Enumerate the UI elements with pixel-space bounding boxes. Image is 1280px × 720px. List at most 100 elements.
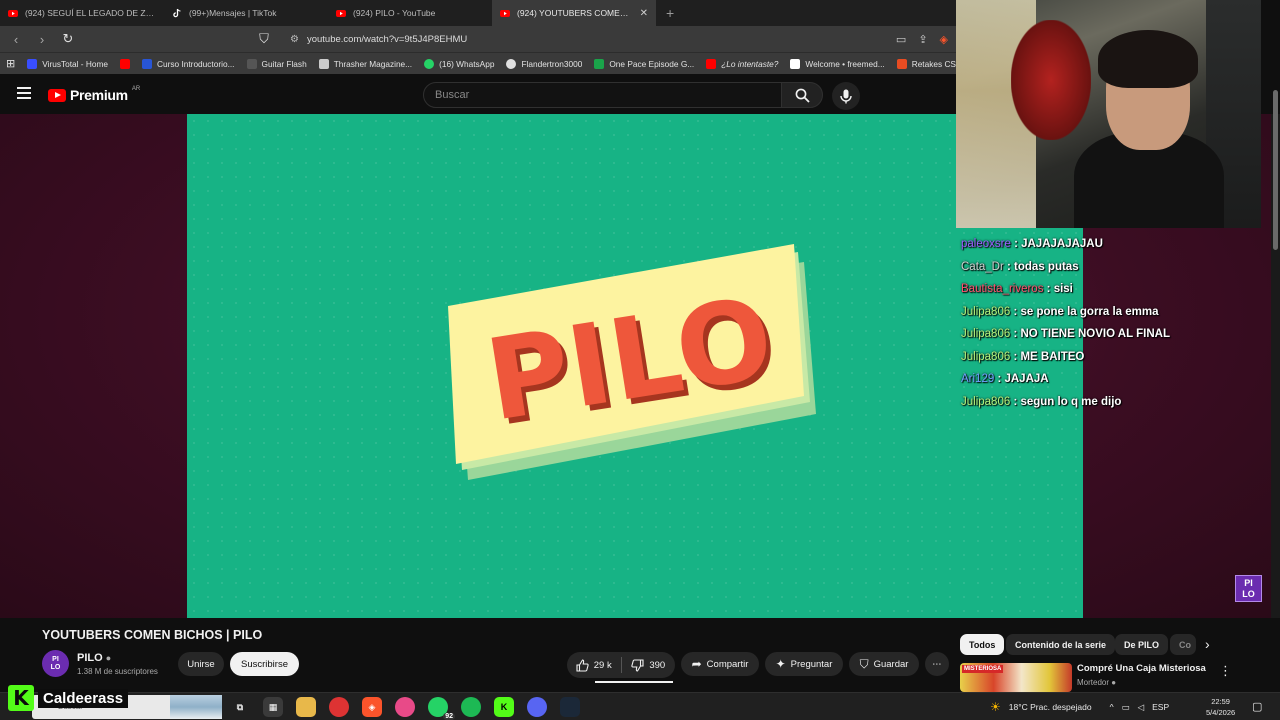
browser-tab-1[interactable]: (924) SEGUÍ EL LEGADO DE ZYZZ PO [0,0,164,26]
retakes-icon [896,58,907,69]
bookmark-item[interactable]: Curso Introductorio... [142,58,235,69]
channel-watermark[interactable]: PI LO [1235,575,1262,602]
clock[interactable]: 22:59 5/4/2026 [1206,696,1235,718]
pilo-logo: PILO PILO [448,244,818,484]
youtube-icon [706,58,717,69]
cast-icon[interactable]: ▭ [896,33,906,46]
whatsapp-icon [424,58,435,69]
app-icon[interactable] [395,697,415,717]
notifications-icon[interactable]: ▢ [1252,700,1262,713]
voice-search-button[interactable] [832,82,860,110]
channel-name[interactable]: PILO ● [77,652,111,664]
bookmark-item[interactable]: (16) WhatsApp [424,58,494,69]
whatsapp-icon[interactable]: 92 [428,697,455,720]
streamer-tag: K Caldeerass [8,684,129,712]
thumbs-down-icon [631,658,644,672]
like-dislike-group: 29 k 390 [567,652,675,678]
share-button[interactable]: ➦ Compartir [681,652,759,676]
youtube-header: Premium AR Buscar [0,74,956,114]
back-icon[interactable]: ‹ [8,32,24,47]
bookmark-item[interactable] [120,58,131,69]
chip-de-pilo[interactable]: De PILO [1115,634,1169,655]
apps-grid-icon[interactable]: ⊞ [6,57,15,70]
verified-icon: ● [105,653,112,663]
microphone-icon [840,89,852,103]
guitar-icon [246,58,257,69]
weather-icon: ☀ [990,700,1001,714]
bookmark-item[interactable]: Retakes CS [896,58,956,69]
tab-title: (924) YOUTUBERS COMEN BICHOS [517,8,633,18]
browser-tab-2[interactable]: (99+)Mensajes | TikTok [164,0,328,26]
bookmark-item[interactable]: VirusTotal - Home [27,58,108,69]
reload-icon[interactable]: ↻ [60,31,76,47]
page-scrollbar[interactable] [1273,90,1278,250]
brave-icon[interactable]: ◈ [362,697,382,717]
stream-chat: paleoxsre : JAJAJAJAJAU Cata_Dr : todas … [961,233,1261,413]
chevron-up-icon[interactable]: ^ [1110,702,1114,712]
search-icon [795,88,810,103]
like-button[interactable]: 29 k [567,658,621,672]
chip-series[interactable]: Contenido de la serie [1006,634,1116,655]
video-title: YOUTUBERS COMEN BICHOS | PILO [42,628,263,642]
file-explorer-icon[interactable] [296,697,316,717]
chat-message: Julipa806 : se pone la gorra la emma [961,305,1159,318]
youtube-icon [120,58,131,69]
youtube-icon [500,10,510,17]
steam-icon[interactable] [560,697,580,717]
onepace-icon [594,58,605,69]
system-tray: ☀ 18°C Prac. despejado ^ ▭ ◁ ESP [990,700,1170,714]
browser-tab-3[interactable]: (924) PILO - YouTube [328,0,492,26]
browser-tab-4[interactable]: (924) YOUTUBERS COMEN BICHOS ✕ [492,0,656,26]
search-input[interactable]: Buscar [423,82,783,108]
network-icon[interactable]: ▭ [1122,702,1130,713]
related-video-title[interactable]: Compré Una Caja Misteriosa [1077,663,1206,674]
bookmark-item[interactable]: One Pace Episode G... [594,58,694,69]
dislike-button[interactable]: 390 [622,658,676,672]
spotify-icon[interactable] [461,697,481,717]
chip-todos[interactable]: Todos [960,634,1005,655]
streamer-name: Caldeerass [38,688,129,708]
share-page-icon[interactable]: ⇪ [918,33,927,46]
bookmark-item[interactable]: Thrasher Magazine... [318,58,412,69]
steam-like-icon[interactable] [329,697,349,717]
url-field[interactable]: ⚙ youtube.com/watch?v=9t5J4P8EHMU [282,29,886,49]
chat-message: paleoxsre : JAJAJAJAJAU [961,238,1103,250]
youtube-premium-logo[interactable]: Premium AR [48,86,140,103]
related-video-channel[interactable]: Mortedor ● [1077,678,1116,687]
store-icon[interactable]: ▦ [263,697,283,717]
bookmark-item[interactable]: Welcome • freemed... [790,58,885,69]
new-tab-button[interactable]: + [656,5,674,21]
hamburger-menu-icon[interactable] [17,87,31,99]
url-text: youtube.com/watch?v=9t5J4P8EHMU [306,33,468,45]
virustotal-icon [27,58,38,69]
chip-more[interactable]: Co [1170,634,1196,655]
verified-icon: ● [1111,678,1117,687]
channel-avatar[interactable]: PI LO [42,650,69,677]
speaker-icon[interactable]: ◁ [1138,702,1145,713]
chevron-right-icon[interactable]: › [1205,636,1210,652]
bookmark-item[interactable]: ¿Lo intentaste? [706,58,778,69]
site-info-icon[interactable]: ⚙ [290,34,299,45]
discord-icon[interactable] [527,697,547,717]
search-button[interactable] [781,82,823,108]
webcam-overlay [956,0,1261,228]
subscribe-button[interactable]: Suscribirse [230,652,299,676]
forward-icon[interactable]: › [34,32,50,47]
bookmark-icon[interactable]: ⛉ [256,31,272,47]
kebab-menu-icon[interactable]: ⋮ [1219,663,1232,679]
course-icon [142,58,153,69]
thrasher-icon [318,58,329,69]
task-view-icon[interactable]: ⧉ [230,697,250,717]
close-tab-icon[interactable]: ✕ [640,8,648,19]
tab-title: (99+)Mensajes | TikTok [189,8,277,18]
more-actions-button[interactable]: ⋯ [925,652,949,676]
join-button[interactable]: Unirse [178,652,224,676]
thumbs-up-icon [576,658,589,672]
save-button[interactable]: ⛉ Guardar [849,652,919,676]
bookmark-item[interactable]: Guitar Flash [246,58,307,69]
bookmark-item[interactable]: Flandertron3000 [506,58,582,69]
related-video-thumbnail[interactable]: MISTERIOSA [960,663,1072,692]
kick-icon[interactable]: K [494,697,514,717]
brave-shield-icon[interactable]: ◈ [940,33,948,46]
ask-button[interactable]: ✦ Preguntar [765,652,843,676]
